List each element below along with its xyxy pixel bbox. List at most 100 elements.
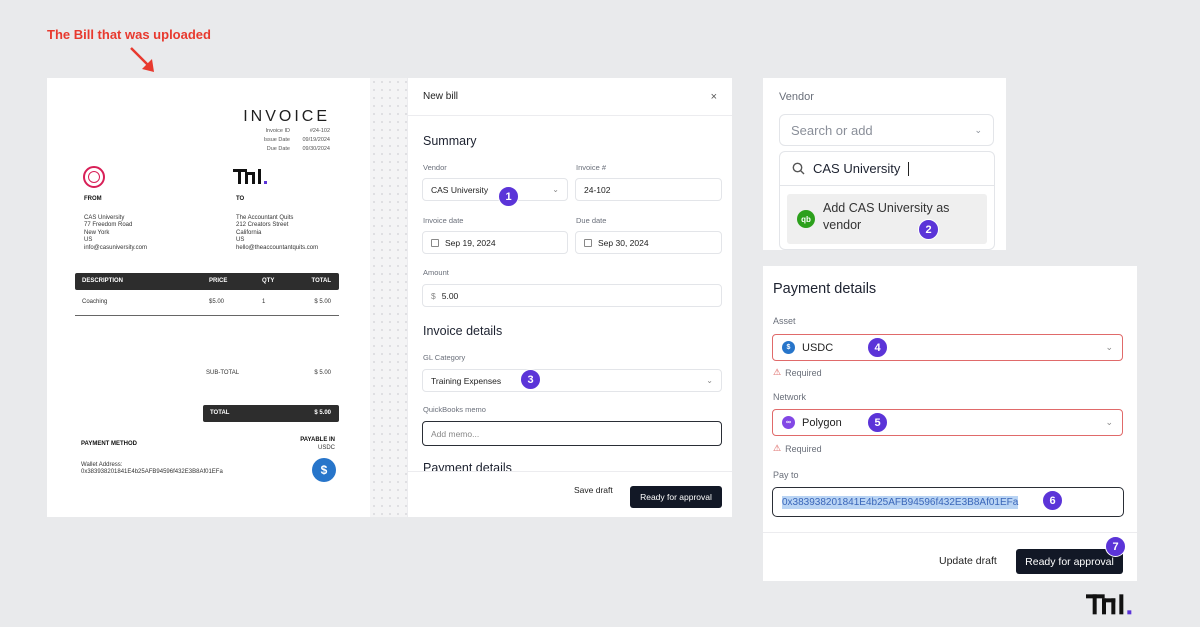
vendor-placeholder: Search or add — [791, 122, 873, 138]
chevron-down-icon: ⌄ — [706, 376, 713, 385]
payable-asset: USDC — [317, 444, 335, 451]
chevron-down-icon: ⌄ — [1105, 342, 1113, 352]
to-line: hello@theaccountantquits.com — [236, 244, 319, 251]
network-select[interactable]: ∞ Polygon ⌄ — [772, 409, 1123, 436]
payable-in: PAYABLE IN USDC — [300, 437, 335, 452]
vendor-popup: Vendor Search or add ⌄ CAS University qb … — [763, 78, 1006, 250]
vendor-search-input[interactable]: CAS University — [780, 152, 994, 186]
step-badge: 5 — [867, 412, 888, 433]
step-badge: 2 — [918, 219, 939, 240]
chevron-down-icon: ⌄ — [1105, 417, 1113, 427]
invoice-date-label: Invoice date — [423, 216, 464, 225]
memo-input[interactable]: Add memo... — [422, 421, 722, 446]
gl-category-label: GL Category — [423, 353, 466, 362]
pay-to-input[interactable]: 0x383938201841E4b25AFB94596f432E3B8Af01E… — [772, 487, 1124, 517]
due-date-value: 09/30/2024 — [302, 146, 330, 152]
university-seal-icon — [83, 166, 105, 188]
from-line: New York — [84, 229, 110, 236]
network-label: Network — [773, 392, 807, 402]
issue-date-label: Issue Date — [263, 137, 290, 143]
usdc-icon: $ — [312, 458, 336, 482]
search-icon — [792, 162, 805, 175]
payment-details-panel: Payment details Asset $ USDC ⌄ ⚠ Required N… — [763, 266, 1137, 581]
row-qty: 1 — [262, 299, 266, 305]
required-text: Required — [785, 443, 822, 454]
annotation-title: The Bill that was uploaded — [47, 27, 211, 42]
invoice-meta: Invoice ID #24-102 Issue Date 09/19/2024 D… — [260, 127, 330, 154]
due-date-input[interactable]: Sep 30, 2024 — [575, 231, 722, 254]
step-badge: 6 — [1042, 490, 1063, 511]
step-badge: 4 — [867, 337, 888, 358]
invoice-details-title: Invoice details — [423, 324, 503, 338]
row-total: $ 5.00 — [314, 299, 331, 305]
due-date-label: Due Date — [266, 146, 290, 152]
required-text: Required — [785, 367, 822, 378]
payment-method-heading: PAYMENT METHOD — [81, 441, 138, 447]
step-badge: 7 — [1105, 536, 1126, 557]
issue-date-value: 09/19/2024 — [302, 137, 330, 143]
ready-for-approval-button[interactable]: Ready for approval — [630, 486, 722, 508]
vendor-value: CAS University — [431, 184, 489, 195]
network-required: ⚠ Required — [773, 443, 822, 454]
vendor-search-select[interactable]: Search or add ⌄ — [779, 114, 994, 146]
amount-input[interactable]: $5.00 — [422, 284, 722, 307]
invoice-no-input[interactable]: 24-102 — [575, 178, 722, 201]
chevron-down-icon: ⌄ — [974, 124, 982, 135]
vendor-dropdown: CAS University qb Add CAS University as … — [779, 151, 995, 250]
add-vendor-option[interactable]: qb Add CAS University as vendor — [787, 194, 987, 244]
usdc-icon: $ — [782, 341, 795, 354]
wallet-address: 0x383938201841E4b25AFB94596f432E3B8Af01E… — [81, 469, 223, 475]
summary-title: Summary — [423, 134, 477, 148]
bill-title: New bill — [423, 91, 459, 102]
network-value: Polygon — [802, 416, 842, 429]
col-price: PRICE — [209, 278, 228, 284]
annotation-arrow-icon — [130, 47, 154, 72]
ta1-logo-icon — [233, 169, 267, 184]
vendor-label: Vendor — [423, 163, 447, 172]
to-line: US — [236, 237, 245, 243]
amount-label: Amount — [423, 268, 449, 277]
subtotal-label: SUB-TOTAL — [206, 370, 240, 376]
from-line: info@casuniversity.com — [84, 244, 147, 251]
gl-category-select[interactable]: Training Expenses ⌄ — [422, 369, 722, 392]
calendar-icon — [584, 238, 592, 247]
currency-symbol: $ — [431, 290, 436, 301]
polygon-icon: ∞ — [782, 416, 795, 429]
table-row: Coaching $5.00 1 $ 5.00 — [75, 292, 339, 316]
wallet-label: Wallet Address: — [81, 461, 123, 468]
col-description: DESCRIPTION — [82, 278, 124, 284]
memo-label: QuickBooks memo — [423, 405, 486, 414]
payment-details-title: Payment details — [773, 281, 877, 297]
asset-value: USDC — [802, 341, 834, 354]
new-bill-panel: New bill × Summary Vendor CAS University… — [407, 78, 732, 517]
row-description: Coaching — [82, 299, 108, 305]
vendor-label: Vendor — [779, 91, 814, 103]
pay-to-label: Pay to — [773, 470, 799, 480]
invoice-no-value: 24-102 — [584, 184, 611, 195]
invoice-date-input[interactable]: Sep 19, 2024 — [422, 231, 568, 254]
update-draft-button[interactable]: Update draft — [939, 555, 997, 567]
text-cursor — [908, 161, 910, 176]
save-draft-button[interactable]: Save draft — [574, 485, 613, 495]
from-line: US — [84, 237, 93, 243]
to-line: 212 Creators Street — [236, 222, 289, 228]
close-icon[interactable]: × — [711, 91, 717, 103]
invoice-id-label: Invoice ID — [265, 128, 290, 134]
chevron-down-icon: ⌄ — [552, 185, 559, 194]
vendor-search-value: CAS University — [813, 161, 901, 176]
from-heading: FROM — [84, 196, 102, 202]
amount-value: 5.00 — [441, 290, 459, 301]
vendor-select[interactable]: CAS University ⌄ — [422, 178, 568, 201]
payable-in-heading: PAYABLE IN — [300, 437, 335, 443]
asset-label: Asset — [773, 316, 796, 326]
invoice-no-label: Invoice # — [576, 163, 607, 172]
asset-select[interactable]: $ USDC ⌄ — [772, 334, 1123, 361]
from-line: 77 Freedom Road — [84, 222, 133, 228]
bill-header: New bill × — [408, 78, 732, 116]
step-badge: 1 — [498, 186, 519, 207]
invoice-title: INVOICE — [243, 108, 330, 125]
uploaded-invoice: INVOICE Invoice ID #24-102 Issue Date 09/1… — [47, 78, 370, 517]
subtotal: SUB-TOTAL $ 5.00 — [206, 370, 331, 376]
invoice-from: FROM CAS University 77 Freedom Road New … — [84, 196, 147, 252]
gl-category-value: Training Expenses — [431, 375, 502, 386]
